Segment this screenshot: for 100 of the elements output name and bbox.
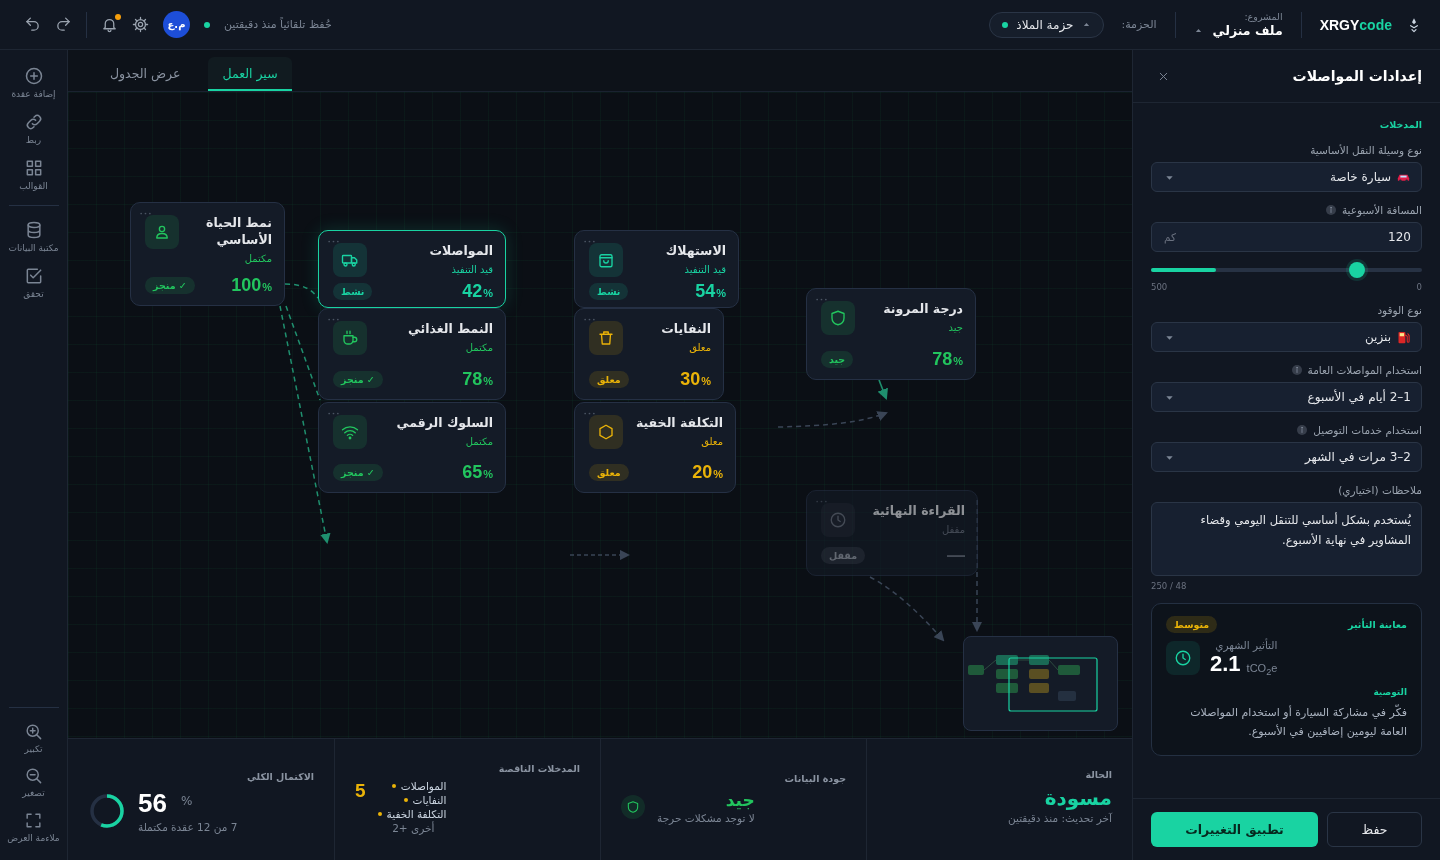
field-label: نوع الوقود [1377, 304, 1422, 316]
add-node-button[interactable]: إضافة عقدة [5, 66, 62, 100]
recommendation-text: فكّر في مشاركة السيارة أو استخدام المواصلات العامة ليومين إضافيين في الأسبوع. [1189, 703, 1407, 740]
status-badge: معلق [589, 371, 629, 388]
zoom-in-icon[interactable] [24, 721, 43, 741]
person-icon [145, 215, 179, 249]
validate-button[interactable]: تحقق [5, 266, 62, 300]
bullet-dot [403, 798, 408, 802]
node-title: المواصلات [429, 243, 493, 260]
metric-value: 2.1 [1210, 651, 1241, 677]
node-status: معلق [688, 341, 711, 353]
dropdown-field[interactable]: 1–2 أيام في الأسبوع [1151, 382, 1422, 412]
fit-view-button[interactable]: ملاءمة العرض [5, 811, 62, 844]
panel-title: إعدادات المواصلات [1292, 68, 1422, 84]
node-percent: — [947, 545, 965, 566]
quality-value: جيد [725, 790, 755, 810]
connector-arrow [877, 379, 888, 401]
node-title: الاستهلاك [665, 243, 726, 260]
status-badge: ✓ منجز [333, 371, 383, 388]
zoom-out-icon[interactable] [24, 766, 43, 786]
apply-button[interactable]: تطبيق التغييرات [1151, 812, 1318, 847]
metric-label: التأثير الشهري [1215, 639, 1278, 651]
settings-icon[interactable] [132, 16, 149, 33]
shield-icon [621, 795, 645, 819]
stat-label: الحالة [1085, 769, 1112, 780]
field-label: نوع وسيلة النقل الأساسية [1310, 144, 1422, 156]
bullet-dot [377, 812, 382, 816]
missing-item: المواصلات [400, 780, 447, 792]
field-label: استخدام المواصلات العامة [1307, 364, 1422, 376]
package-label: الحزمة: [1121, 18, 1157, 31]
node-title: التكلفة الخفية [635, 415, 723, 432]
missing-item: النفايات [412, 794, 447, 806]
wifi-icon [333, 415, 367, 449]
status-dot [204, 21, 210, 28]
node-percent: 78% [932, 349, 963, 370]
node-status: مكتمل [464, 435, 493, 447]
truck-icon [333, 243, 367, 277]
tab[interactable]: عرض الجدول [96, 57, 195, 91]
shield-icon [821, 301, 855, 335]
fit-screen-icon[interactable] [24, 811, 43, 831]
package-selector[interactable]: حزمة الملاذ [989, 11, 1104, 38]
status-badge: نشط [333, 283, 373, 300]
link-icon[interactable] [23, 111, 44, 132]
status-badge: مقفل [821, 547, 866, 564]
stat-label: جودة البيانات [784, 773, 846, 784]
zoom-in-button[interactable]: تكبير [5, 721, 62, 755]
bullet-dot [391, 784, 396, 788]
card-title: معاينة التأثير [1348, 619, 1407, 630]
node-status: جيد [947, 321, 963, 333]
redo-icon[interactable] [55, 16, 72, 33]
node-status: مكتمل [243, 252, 272, 264]
minimap-drawing[interactable] [963, 636, 1118, 731]
node-title: القراءة النهائية [872, 503, 965, 520]
link-button[interactable]: ربط [5, 111, 62, 146]
caret-icon [1081, 20, 1091, 29]
field-label: المسافة الأسبوعية [1341, 204, 1422, 216]
node-title: النفايات [661, 321, 711, 338]
field-label: ملاحظات (اختياري) [1338, 484, 1422, 496]
node-percent: 30% [680, 369, 711, 390]
slider-min-label: 0 [1416, 282, 1422, 292]
node-title: نمط الحياة الأساسي [205, 215, 272, 249]
node-title: السلوك الرقمي [396, 415, 493, 432]
zoom-out-button[interactable]: تصغير [5, 766, 62, 800]
recommendation-heading: التوصية [1373, 687, 1407, 697]
shopping-bag-icon [589, 243, 623, 277]
data-library-button[interactable]: مكتبة البيانات [5, 220, 62, 255]
metric-unit: tCO$_{2}$e [1246, 661, 1278, 677]
dropdown-field[interactable]: 2–3 مرات في الشهر [1151, 442, 1422, 472]
caret-icon [1193, 26, 1203, 35]
completion-value: 56 [138, 788, 167, 819]
plus-circle-icon[interactable] [23, 66, 44, 86]
status-dot [1002, 21, 1009, 28]
dropdown-field[interactable]: سيارة خاصة [1151, 162, 1422, 192]
undo-icon[interactable] [24, 16, 41, 33]
missing-item: التكلفة الخفية [386, 808, 447, 820]
connector-line [284, 283, 319, 299]
missing-count: 5 [355, 780, 366, 802]
character-counter: 48 / 250 [1151, 581, 1187, 591]
dropdown-field[interactable]: بنزين [1151, 322, 1422, 352]
save-button[interactable]: حفظ [1327, 812, 1422, 847]
slider-track[interactable] [1151, 262, 1422, 278]
user-avatar[interactable]: م.ع [163, 11, 190, 38]
stat-label: المدخلات الناقصة [498, 763, 580, 774]
slider-thumb[interactable] [1348, 262, 1365, 278]
status-badge: ✓ منجز [333, 464, 383, 481]
templates-button[interactable]: القوالب [5, 157, 62, 192]
connector-arrow [569, 549, 631, 561]
node-status: قيد التنفيذ [450, 263, 493, 275]
notes-field[interactable]: يُستخدم بشكل أساسي للتنقل اليومي وقضاء المشاوير في نهاية الأسبوع. [1151, 502, 1422, 576]
node-percent: 65% [462, 462, 493, 483]
tab[interactable]: سير العمل [208, 57, 292, 91]
node-status: قيد التنفيذ [683, 263, 726, 275]
project-selector[interactable]: ملف منزلي [1193, 23, 1283, 38]
bell-icon[interactable] [101, 16, 118, 33]
node-percent: 100% [231, 275, 272, 296]
fuel-pump-icon [1396, 329, 1411, 345]
node-title: درجة المرونة [883, 301, 963, 318]
clock-icon [821, 503, 855, 537]
node-title: النمط الغذائي [407, 321, 493, 338]
clock-icon [1166, 641, 1200, 675]
